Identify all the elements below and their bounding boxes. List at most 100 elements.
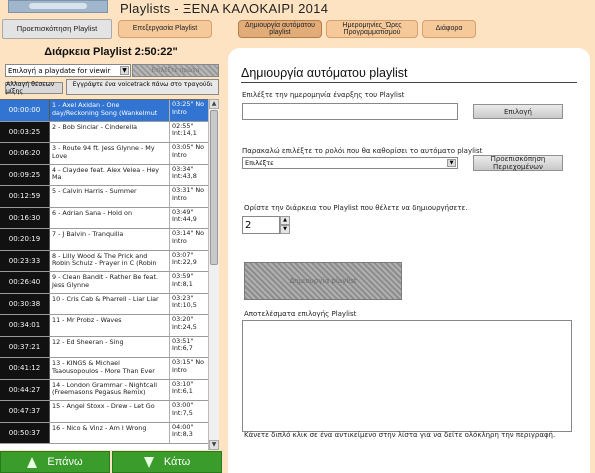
item-start-time: 00:12:59 — [0, 186, 50, 207]
item-duration: 02:55" Int:14,1 — [172, 121, 197, 138]
move-up-button[interactable]: Επάνω — [0, 451, 110, 473]
swap-mix-button[interactable]: Αλλαγή θέσεων μίξης — [5, 81, 63, 95]
item-start-time: 00:23:33 — [0, 250, 50, 271]
item-start-time: 00:20:19 — [0, 229, 50, 250]
tab-auto-playlist[interactable]: Δημιουργία αυτόματου playlist — [238, 20, 322, 38]
list-item[interactable]: 00:47:37 15 - Angel Stoxx - Drew - Let G… — [0, 401, 208, 423]
item-duration: 03:23" Int:10,5 — [172, 293, 197, 310]
list-item[interactable]: 00:30:38 10 - Cris Cab & Pharrell - Liar… — [0, 293, 208, 315]
item-title: 2 - Bob Sinclar - Cinderella — [50, 121, 170, 142]
scroll-thumb[interactable] — [210, 110, 218, 265]
item-title: 10 - Cris Cab & Pharrell - Liar Liar — [50, 293, 170, 314]
playlist-panel: Διάρκεια Playlist 2:50:22" Επιλογή a pla… — [0, 40, 222, 473]
playlist-list[interactable]: 00:00:00 1 - Axel Axidan - One day/Recko… — [0, 99, 208, 450]
tab-misc[interactable]: Διάφορα — [422, 20, 476, 38]
item-duration: 03:51" Int:6,7 — [172, 336, 194, 353]
item-start-time: 00:44:27 — [0, 379, 50, 400]
results-label: Αποτελέσματα επιλογής Playlist — [244, 310, 357, 318]
page-title: Δημιουργία αυτόματου playlist — [241, 66, 577, 83]
item-title: 14 - London Grammar - Nightcall (Freemas… — [50, 379, 170, 400]
list-item[interactable]: 00:37:21 12 - Ed Sheeran - Sing 03:51" I… — [0, 336, 208, 358]
stepper-down-icon[interactable]: ▼ — [280, 225, 290, 234]
list-item[interactable]: 00:12:59 5 - Calvin Harris - Summer 03:3… — [0, 186, 208, 208]
item-duration: 03:59" Int:8,1 — [172, 272, 194, 288]
item-start-time: 00:30:38 — [0, 293, 50, 314]
playdate-select-value: Επιλογή a playdate for viewir — [8, 66, 111, 75]
item-duration: 03:20" Int:24,5 — [172, 315, 197, 331]
list-item[interactable]: 00:34:01 11 - Mr Probz - Waves 03:20" In… — [0, 315, 208, 337]
preview-content-button[interactable]: Προεπισκόπηση Περιεχομένων — [473, 155, 563, 171]
list-item[interactable]: 00:09:25 4 - Claydee feat. Alex Velea - … — [0, 164, 208, 186]
item-duration: 03:00" Int:7,5 — [172, 401, 194, 417]
list-item[interactable]: 00:44:27 14 - London Grammar - Nightcall… — [0, 379, 208, 401]
list-item[interactable]: 00:03:25 2 - Bob Sinclar - Cinderella 02… — [0, 121, 208, 143]
view-playdate-button[interactable]: Επιλέξτε πρώτα — [132, 64, 219, 77]
list-item[interactable]: 00:50:37 16 - Nico & Vinz - Am I Wrong 0… — [0, 422, 208, 444]
item-duration: 03:07" Int:22,9 — [172, 250, 197, 267]
scroll-up-icon[interactable]: ▲ — [209, 99, 219, 109]
playdate-select[interactable]: Επιλογή a playdate for viewir ▼ — [5, 64, 131, 77]
tab-preview-playlist[interactable]: Προεπισκόπηση Playlist — [2, 19, 112, 39]
results-list[interactable] — [242, 320, 572, 432]
item-start-time: 00:26:40 — [0, 272, 50, 293]
playlist-scrollbar[interactable]: ▲ ▼ — [208, 99, 219, 450]
item-start-time: 00:37:21 — [0, 336, 50, 357]
item-start-time: 00:06:20 — [0, 143, 50, 164]
chevron-down-icon[interactable]: ▼ — [120, 66, 129, 75]
item-title: 6 - Adrian Sana - Hold on — [50, 207, 170, 228]
item-title: 1 - Axel Axidan - One day/Reckoning Song… — [50, 100, 170, 121]
tab-schedule[interactable]: Ημερομηνίες_Ώρες Προγραμματισμού — [326, 20, 418, 38]
item-start-time: 00:34:01 — [0, 315, 50, 336]
role-label: Παρακαλώ επιλέξτε το ρολόι που θα καθορί… — [242, 147, 483, 155]
create-playlist-button[interactable]: Δημιουργία playlist — [244, 262, 402, 300]
item-start-time: 00:16:30 — [0, 207, 50, 228]
arrow-down-icon — [143, 456, 154, 468]
list-item[interactable]: 00:23:33 8 - Lilly Wood & The Prick and … — [0, 250, 208, 272]
item-duration: 03:49" Int:44,9 — [172, 207, 197, 224]
tab-edit-playlist[interactable]: Επεξεργασία Playlist — [118, 20, 212, 38]
role-select-value: Επιλέξτε — [245, 159, 274, 167]
list-item[interactable]: 00:20:19 7 - J Balvin - Tranquilla 03:14… — [0, 229, 208, 251]
item-title: 8 - Lilly Wood & The Prick and Robin Sch… — [50, 250, 170, 271]
item-title: 12 - Ed Sheeran - Sing — [50, 336, 170, 357]
list-item[interactable]: 00:00:00 1 - Axel Axidan - One day/Recko… — [0, 100, 208, 122]
scroll-down-icon[interactable]: ▼ — [209, 440, 219, 450]
tab-bar: Προεπισκόπηση Playlist Επεξεργασία Playl… — [0, 18, 595, 40]
app-logo — [8, 0, 108, 13]
move-down-button[interactable]: Κάτω — [112, 451, 222, 473]
chevron-down-icon[interactable]: ▼ — [447, 159, 456, 167]
list-item[interactable]: 00:16:30 6 - Adrian Sana - Hold on 03:49… — [0, 207, 208, 229]
list-item[interactable]: 00:41:12 13 - KINGS & Michael Tsaousopou… — [0, 358, 208, 380]
item-title: 5 - Calvin Harris - Summer — [50, 186, 170, 207]
item-duration: 03:34" Int:43,8 — [172, 164, 197, 181]
move-down-label: Κάτω — [163, 456, 191, 468]
item-title: 15 - Angel Stoxx - Drew - Let Go — [50, 401, 170, 422]
duration-value[interactable]: 2 — [242, 216, 280, 234]
start-date-label: Επιλέξτε την ημερομηνία έναρξης του Play… — [242, 91, 405, 99]
item-start-time: 00:09:25 — [0, 164, 50, 185]
item-title: 11 - Mr Probz - Waves — [50, 315, 170, 336]
role-select[interactable]: Επιλέξτε ▼ — [242, 157, 458, 169]
item-start-time: 00:41:12 — [0, 358, 50, 379]
select-date-button[interactable]: Επιλογή — [473, 104, 563, 119]
stepper-up-icon[interactable]: ▲ — [280, 216, 290, 225]
playlist-duration: Διάρκεια Playlist 2:50:22" — [44, 46, 178, 58]
list-item[interactable]: 00:26:40 9 - Clean Bandit - Rather Be fe… — [0, 272, 208, 294]
item-start-time: 00:47:37 — [0, 401, 50, 422]
start-date-input[interactable] — [242, 103, 458, 120]
item-start-time: 00:03:25 — [0, 121, 50, 142]
item-duration: 03:31" No Intro — [172, 186, 205, 202]
item-duration: 03:14" No Intro — [172, 229, 205, 245]
duration-stepper[interactable]: 2 ▲ ▼ — [242, 216, 292, 234]
item-title: 4 - Claydee feat. Alex Velea - Hey Ma — [50, 164, 170, 185]
item-title: 7 - J Balvin - Tranquilla — [50, 229, 170, 250]
window-title: Playlists - ΞΕΝΑ ΚΑΛΟΚΑΙΡΙ 2014 — [120, 1, 329, 16]
item-duration: 04:00" Int:8,3 — [172, 422, 194, 439]
item-title: 3 - Route 94 ft. Jess Glynne - My Love — [50, 143, 170, 164]
arrow-up-icon — [27, 456, 38, 468]
list-item[interactable]: 00:06:20 3 - Route 94 ft. Jess Glynne - … — [0, 143, 208, 165]
double-click-hint: Κάνετε διπλό κλικ σε ένα αντικείμενο στη… — [244, 431, 556, 439]
record-voicetrack-button[interactable]: Εγγράψτε ένα voicetrack πάνω στο τραγούδ… — [66, 79, 219, 95]
item-title: 9 - Clean Bandit - Rather Be feat. Jess … — [50, 272, 170, 293]
item-duration: 03:10" Int:6,1 — [172, 379, 194, 396]
